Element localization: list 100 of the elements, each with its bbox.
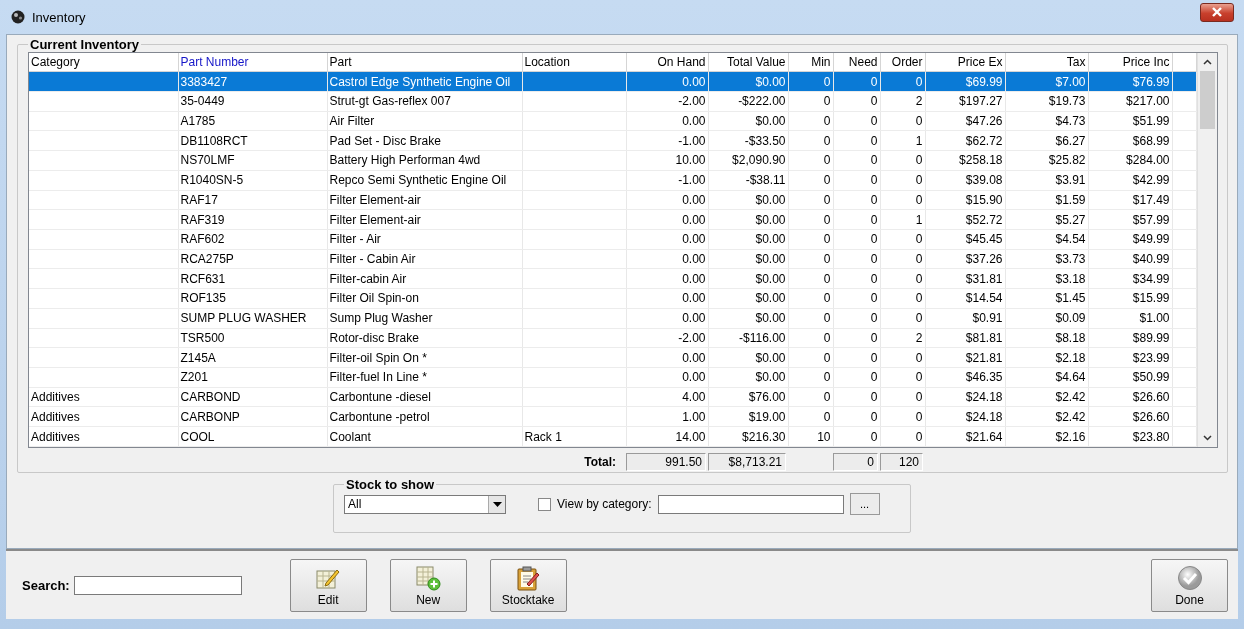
table-cell: 0 [880,347,925,368]
column-header[interactable]: Part [327,53,522,72]
table-cell: Additives [29,426,178,447]
table-cell: $4.64 [1005,367,1088,388]
table-cell: $0.00 [708,229,788,250]
table-row[interactable]: RAF602 Filter - Air 0.00 $0.00 0 0 0 $45.45 $4.54 $49.99 [29,229,1196,250]
table-cell: 0.00 [626,190,708,210]
search-field[interactable] [73,575,242,595]
table-cell: -1.00 [626,170,708,190]
table-row[interactable]: SUMP PLUG WASHER Sump Plug Washer 0.00 $0.00 0 0 0 $0.91 $0.09 $1.00 [29,308,1196,329]
table-row[interactable]: RCF631 Filter-cabin Air 0.00 $0.00 0 0 0 $31.81 $3.18 $34.99 [29,268,1196,289]
table-row[interactable]: RAF319 Filter Element-air 0.00 $0.00 0 0 1 $52.72 $5.27 $57.99 [29,209,1196,230]
column-header[interactable]: Min [788,53,833,72]
table-cell: 0 [833,268,880,289]
column-header[interactable]: Category [29,53,178,72]
close-button[interactable] [1200,2,1234,22]
table-cell: $0.00 [708,288,788,309]
table-row[interactable]: RAF17 Filter Element-air 0.00 $0.00 0 0 0 $15.90 $1.59 $17.49 [29,190,1196,210]
table-row[interactable]: TSR500 Rotor-disc Brake -2.00 -$116.00 0 0 2 $81.81 $8.18 $89.99 [29,328,1196,348]
table-cell: $42.99 [1088,170,1172,190]
table-row[interactable]: 3383427 Castrol Edge Synthetic Engine Oil 0.00 $0.00 0 0 0 $69.99 $7.00 $76.99 [29,71,1196,92]
table-cell: 1 [880,130,925,151]
table-cell: $45.45 [925,229,1005,250]
table-cell: -$38.11 [708,170,788,190]
table-cell: $49.99 [1088,229,1172,250]
table-row[interactable]: 35-0449 Strut-gt Gas-reflex 007 -2.00 -$222.00 0 0 2 $197.27 $19.73 $217.00 [29,91,1196,112]
table-cell: RCF631 [178,268,327,289]
table-cell: 0.00 [626,229,708,250]
table-cell: 0 [880,288,925,309]
column-header[interactable]: Part Number [178,53,327,72]
table-cell: Filter-oil Spin On * [327,347,522,368]
table-cell: 10.00 [626,150,708,171]
view-by-category-checkbox[interactable] [538,497,551,511]
table-row[interactable]: NS70LMF Battery High Performan 4wd 10.00 $2,090.90 0 0 0 $258.18 $25.82 $284.00 [29,150,1196,171]
table-cell: 0 [880,190,925,210]
table-row[interactable]: RCA275P Filter - Cabin Air 0.00 $0.00 0 0 0 $37.26 $3.73 $40.99 [29,249,1196,269]
table-cell: 0 [833,328,880,348]
table-cell: 0.00 [626,308,708,329]
table-row[interactable]: Additives CARBOND Carbontune -diesel 4.00 $76.00 0 0 0 $24.18 $2.42 $26.60 [29,387,1196,407]
new-button[interactable]: New [389,558,467,612]
table-cell: 35-0449 [178,91,327,112]
table-cell: Filter - Cabin Air [327,249,522,269]
table-row[interactable]: Z201 Filter-fuel In Line * 0.00 $0.00 0 0 0 $46.35 $4.64 $50.99 [29,367,1196,388]
table-cell: 0 [788,91,833,112]
table-cell: $25.82 [1005,150,1088,171]
stocktake-button[interactable]: Stocktake [489,558,567,612]
table-cell: $21.81 [925,347,1005,368]
clipboard-icon [515,564,542,591]
table-cell: Carbontune -diesel [327,387,522,407]
scrollbar[interactable] [1196,53,1217,447]
table-cell: $0.00 [708,268,788,289]
table-cell: $89.99 [1088,328,1172,348]
table-cell: $34.99 [1088,268,1172,289]
table-cell: $0.00 [708,308,788,329]
browse-button[interactable]: ... [849,493,880,515]
table-cell: 0 [788,229,833,250]
table-cell: 1 [880,209,925,230]
column-header[interactable]: Need [833,53,880,72]
table-cell: $23.80 [1088,426,1172,447]
table-row[interactable]: Additives CARBONP Carbontune -petrol 1.00 $19.00 0 0 0 $24.18 $2.42 $26.60 [29,406,1196,427]
close-icon[interactable] [1211,7,1223,17]
table-cell: Filter-cabin Air [327,268,522,289]
table-cell: 0.00 [626,268,708,289]
table-cell: $8.18 [1005,328,1088,348]
table-cell: 0 [833,249,880,269]
table-cell: $51.99 [1088,111,1172,131]
column-header[interactable]: Total Value [708,53,788,72]
table-cell: Filter Element-air [327,190,522,210]
table-row[interactable]: R1040SN-5 Repco Semi Synthetic Engine Oil -1.00 -$38.11 0 0 0 $39.08 $3.91 $42.99 [29,170,1196,190]
stock-dropdown[interactable]: All [344,494,506,514]
column-header[interactable]: Price Ex [925,53,1005,72]
table-cell: 2 [880,328,925,348]
table-cell: 0.00 [626,288,708,309]
column-header[interactable]: Price Inc [1088,53,1172,72]
table-cell: $0.00 [708,347,788,368]
table-cell: 0 [880,406,925,427]
table-cell: Z201 [178,367,327,388]
table-cell: 0 [833,170,880,190]
table-row[interactable]: ROF135 Filter Oil Spin-on 0.00 $0.00 0 0 0 $14.54 $1.45 $15.99 [29,288,1196,309]
category-field[interactable] [657,494,844,514]
table-cell: $2.16 [1005,426,1088,447]
column-header[interactable]: Tax [1005,53,1088,72]
table-row[interactable]: Z145A Filter-oil Spin On * 0.00 $0.00 0 0 0 $21.81 $2.18 $23.99 [29,347,1196,368]
column-header[interactable]: Location [522,53,626,72]
done-button[interactable]: Done [1151,558,1228,612]
table-cell: Additives [29,406,178,427]
table-row[interactable]: DB1108RCT Pad Set - Disc Brake -1.00 -$33.50 0 0 1 $62.72 $6.27 $68.99 [29,130,1196,151]
column-header[interactable]: Order [880,53,925,72]
table-row[interactable]: Additives COOL Coolant Rack 1 14.00 $216.30 10 0 0 $21.64 $2.16 $23.80 [29,426,1196,447]
scroll-thumb[interactable] [1199,71,1215,129]
table-row[interactable]: A1785 Air Filter 0.00 $0.00 0 0 0 $47.26 $4.73 $51.99 [29,111,1196,131]
table-cell: 0.00 [626,367,708,388]
table-cell: $14.54 [925,288,1005,309]
column-header[interactable]: On Hand [626,53,708,72]
table-cell: 0 [880,367,925,388]
edit-button[interactable]: Edit [289,558,367,612]
table-cell: 14.00 [626,426,708,447]
table-cell: $57.99 [1088,209,1172,230]
table-cell: NS70LMF [178,150,327,171]
table-cell: 0 [833,387,880,407]
